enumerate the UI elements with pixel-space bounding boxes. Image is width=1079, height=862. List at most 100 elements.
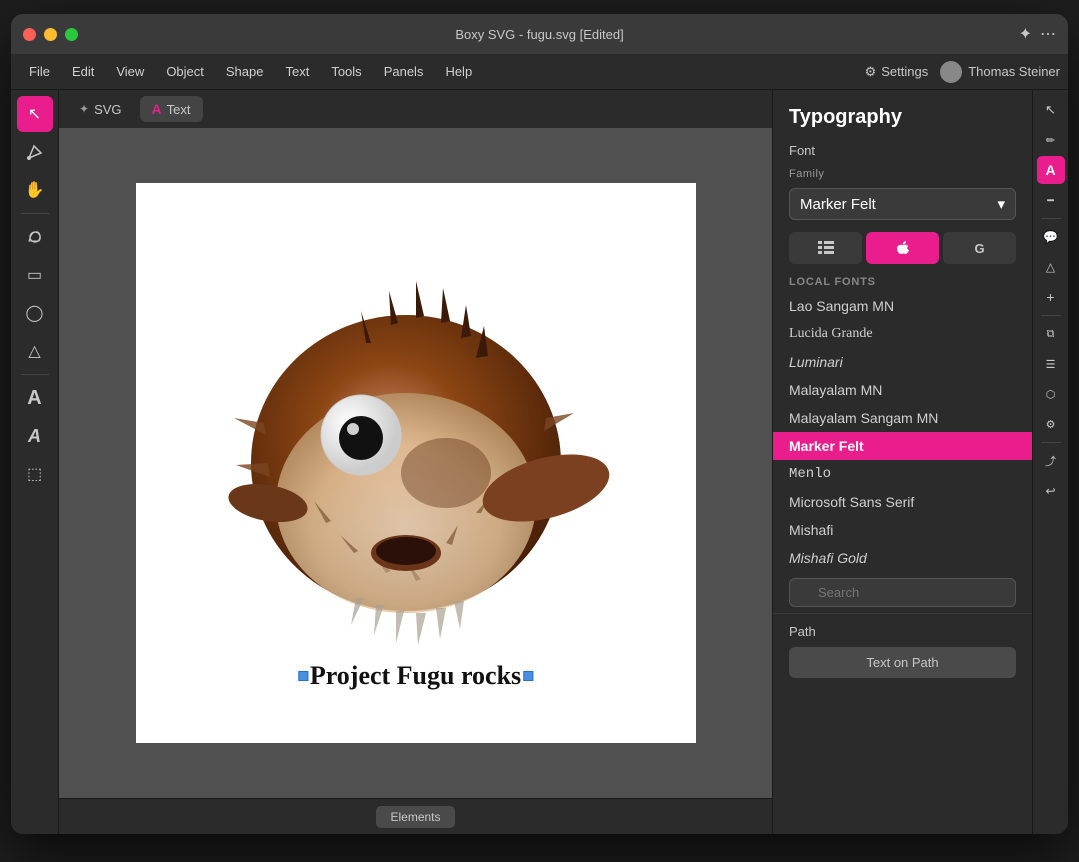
path-section-title: Path [789,624,1016,639]
tool-triangle[interactable]: △ [17,333,53,369]
text-handle-right[interactable] [523,671,533,681]
tab-svg[interactable]: ✦ SVG [67,97,134,122]
rtool-library[interactable]: ⬡ [1037,380,1065,408]
tab-text-label: Text [167,102,191,117]
text-handle-left[interactable] [298,671,308,681]
rtool-typography[interactable]: A [1037,156,1065,184]
settings-label: Settings [881,64,928,79]
canvas[interactable]: Project Fugu rocks [59,128,772,798]
font-tab-apple[interactable] [866,232,939,264]
canvas-text-label: Project Fugu rocks [308,661,523,691]
titlebar: Boxy SVG - fugu.svg [Edited] ✦ ⋯ [11,14,1068,54]
tab-svg-label: SVG [94,102,121,117]
window-title: Boxy SVG - fugu.svg [Edited] [455,27,623,42]
font-item[interactable]: Menlo [773,460,1032,488]
minimize-button[interactable] [44,28,57,41]
menu-object[interactable]: Object [156,60,214,83]
divider-1 [21,213,49,214]
menu-shape[interactable]: Shape [216,60,274,83]
font-search-input[interactable] [789,578,1016,607]
tool-node-edit[interactable] [17,134,53,170]
elements-button[interactable]: Elements [376,806,454,828]
font-item[interactable]: Luminari [773,348,1032,376]
menu-text[interactable]: Text [275,60,319,83]
text-icon: A [152,101,162,117]
list-icon [818,241,834,255]
fish-illustration [206,243,626,683]
font-item[interactable]: Lao Sangam MN [773,292,1032,320]
font-tab-list[interactable] [789,232,862,264]
apple-icon [896,240,910,256]
font-item[interactable]: Malayalam Sangam MN [773,404,1032,432]
rtool-align[interactable]: ☰ [1037,350,1065,378]
rtool-divider-1 [1041,218,1061,219]
font-tab-google[interactable]: G [943,232,1016,264]
font-family-value: Marker Felt [800,196,876,213]
rtool-comment[interactable]: 💬 [1037,223,1065,251]
font-section-title: Font [773,137,1032,164]
menu-file[interactable]: File [19,60,60,83]
tool-pan[interactable]: ✋ [17,172,53,208]
font-item[interactable]: Lucida Grande [773,320,1032,348]
rtool-export[interactable]: ⤴ [1037,447,1065,475]
tool-text[interactable]: A [17,380,53,416]
chevron-down-icon: ▾ [997,195,1005,213]
menu-edit[interactable]: Edit [62,60,104,83]
font-item-selected[interactable]: Marker Felt [773,432,1032,460]
close-button[interactable] [23,28,36,41]
rtool-divider-3 [1041,442,1061,443]
rtool-alert[interactable]: △ [1037,253,1065,281]
font-item[interactable]: Microsoft Sans Serif [773,488,1032,516]
settings-button[interactable]: ⚙ Settings [865,64,929,80]
canvas-paper: Project Fugu rocks [136,183,696,743]
user-button[interactable]: Thomas Steiner [940,61,1060,83]
rtool-layers[interactable]: ⧉ [1037,320,1065,348]
tool-pencil[interactable] [17,219,53,255]
rtool-settings[interactable]: ⚙ [1037,410,1065,438]
tool-frame[interactable]: ⬚ [17,456,53,492]
font-search-container: 🔍 [773,572,1032,613]
rtool-plus[interactable]: + [1037,283,1065,311]
font-family-row: Marker Felt ▾ [773,184,1032,224]
app-window: Boxy SVG - fugu.svg [Edited] ✦ ⋯ File Ed… [11,14,1068,834]
menu-panels[interactable]: Panels [374,60,434,83]
font-family-dropdown[interactable]: Marker Felt ▾ [789,188,1016,220]
maximize-button[interactable] [65,28,78,41]
typography-panel: Typography Font Family Marker Felt ▾ [772,90,1032,834]
tool-rect[interactable]: ▭ [17,257,53,293]
avatar [940,61,962,83]
rtool-pen[interactable]: ✏ [1037,126,1065,154]
titlebar-right: ✦ ⋯ [1019,24,1056,44]
menu-tools[interactable]: Tools [321,60,371,83]
rtool-ruler[interactable]: ━ [1037,186,1065,214]
menu-help[interactable]: Help [435,60,482,83]
main-area: ↖ ✋ ▭ ◯ △ A A ⬚ [11,90,1068,834]
panel-title: Typography [773,90,1032,137]
tool-select[interactable]: ↖ [17,96,53,132]
rtool-pointer[interactable]: ↖ [1037,96,1065,124]
left-toolbar: ↖ ✋ ▭ ◯ △ A A ⬚ [11,90,59,834]
extensions-icon[interactable]: ✦ [1019,24,1032,44]
menu-view[interactable]: View [106,60,154,83]
svg-icon: ✦ [79,102,89,116]
tool-circle[interactable]: ◯ [17,295,53,331]
font-item[interactable]: Mishafi Gold [773,544,1032,572]
local-fonts-header: LOCAL FONTS [773,272,1032,292]
rtool-undo[interactable]: ↩ [1037,477,1065,505]
font-item[interactable]: Mishafi [773,516,1032,544]
canvas-area: ✦ SVG A Text [59,90,772,834]
divider-2 [21,374,49,375]
font-list[interactable]: Lao Sangam MN Lucida Grande Luminari Mal… [773,292,1032,572]
more-icon[interactable]: ⋯ [1040,24,1056,44]
canvas-text[interactable]: Project Fugu rocks [298,661,533,691]
font-item[interactable]: Malayalam MN [773,376,1032,404]
right-icon-toolbar: ↖ ✏ A ━ 💬 △ + ⧉ ☰ ⬡ ⚙ ⤴ ↩ [1032,90,1068,834]
text-on-path-button[interactable]: Text on Path [789,647,1016,678]
tab-text[interactable]: A Text [140,96,203,122]
tool-text-styled[interactable]: A [17,418,53,454]
settings-sliders-icon: ⚙ [865,64,877,80]
font-source-tabs: G [789,232,1016,264]
canvas-tabbar: ✦ SVG A Text [59,90,772,128]
path-section: Path Text on Path [773,613,1032,688]
canvas-bottom: Elements [59,798,772,834]
